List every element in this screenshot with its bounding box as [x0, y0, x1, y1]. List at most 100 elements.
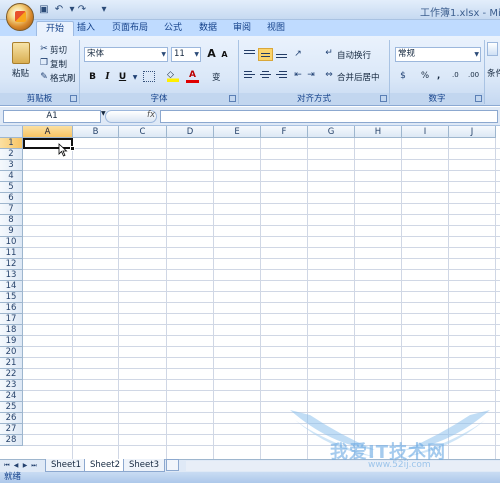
- row-header-13[interactable]: 13: [0, 270, 23, 281]
- percent-button[interactable]: %: [421, 71, 429, 81]
- paste-icon[interactable]: [12, 42, 30, 64]
- align-center-icon[interactable]: [258, 69, 273, 82]
- row-header-28[interactable]: 28: [0, 435, 23, 446]
- column-header-f[interactable]: F: [261, 126, 308, 138]
- font-name-combo[interactable]: 宋体 ▼: [84, 47, 168, 62]
- align-bottom-icon[interactable]: [274, 48, 289, 61]
- row-header-2[interactable]: 2: [0, 149, 23, 160]
- sheet-tab-sheet3[interactable]: Sheet3: [123, 459, 165, 472]
- format-painter-icon[interactable]: ✎: [38, 71, 50, 83]
- row-header-9[interactable]: 9: [0, 226, 23, 237]
- fill-handle[interactable]: [70, 146, 75, 151]
- save-icon[interactable]: ▣: [38, 4, 50, 16]
- grow-font-button[interactable]: A: [205, 47, 218, 61]
- column-header-j[interactable]: J: [449, 126, 496, 138]
- row-header-1[interactable]: 1: [0, 138, 23, 149]
- decrease-indent-icon[interactable]: ⇤: [292, 69, 304, 81]
- phonetic-button[interactable]: 变: [212, 71, 221, 83]
- redo-icon[interactable]: ↷: [76, 4, 88, 16]
- merge-center-icon[interactable]: ⇔: [323, 69, 335, 81]
- alignment-dialog-launcher-icon[interactable]: [380, 95, 387, 102]
- row-header-22[interactable]: 22: [0, 369, 23, 380]
- row-header-5[interactable]: 5: [0, 182, 23, 193]
- column-header-g[interactable]: G: [308, 126, 355, 138]
- row-header-23[interactable]: 23: [0, 380, 23, 391]
- column-header-e[interactable]: E: [214, 126, 261, 138]
- prev-sheet-icon[interactable]: ◀: [12, 461, 20, 470]
- row-header-11[interactable]: 11: [0, 248, 23, 259]
- office-button[interactable]: [6, 3, 34, 31]
- column-header-d[interactable]: D: [167, 126, 214, 138]
- conditional-format-icon[interactable]: [487, 42, 498, 56]
- tab-insert[interactable]: 插入: [68, 21, 104, 36]
- tab-formulas[interactable]: 公式: [155, 21, 191, 36]
- align-middle-icon[interactable]: [258, 48, 273, 61]
- currency-icon[interactable]: $: [397, 70, 409, 82]
- clipboard-dialog-launcher-icon[interactable]: [70, 95, 77, 102]
- shrink-font-button[interactable]: A: [218, 48, 231, 62]
- select-all-corner[interactable]: [0, 126, 23, 138]
- number-dialog-launcher-icon[interactable]: [475, 95, 482, 102]
- paste-label[interactable]: 粘贴: [12, 67, 29, 79]
- tab-data[interactable]: 数据: [190, 21, 226, 36]
- conditional-format-label[interactable]: 条件: [487, 67, 500, 79]
- customize-icon[interactable]: ▾: [98, 4, 110, 16]
- font-size-combo[interactable]: 11 ▼: [171, 47, 201, 62]
- sheet-tab-sheet2[interactable]: Sheet2: [84, 459, 126, 472]
- orientation-icon[interactable]: ↗: [292, 48, 304, 60]
- row-header-7[interactable]: 7: [0, 204, 23, 215]
- name-box[interactable]: A1: [3, 110, 101, 123]
- wrap-text-icon[interactable]: ↵: [323, 47, 335, 59]
- row-header-24[interactable]: 24: [0, 391, 23, 402]
- insert-function-button[interactable]: fx: [147, 110, 155, 120]
- align-left-icon[interactable]: [242, 69, 257, 82]
- row-header-21[interactable]: 21: [0, 358, 23, 369]
- first-sheet-icon[interactable]: ⏮: [3, 461, 11, 470]
- column-header-c[interactable]: C: [119, 126, 167, 138]
- wrap-text-button[interactable]: 自动换行: [337, 49, 371, 61]
- row-header-18[interactable]: 18: [0, 325, 23, 336]
- row-header-16[interactable]: 16: [0, 303, 23, 314]
- row-header-8[interactable]: 8: [0, 215, 23, 226]
- comma-button[interactable]: ,: [437, 71, 440, 81]
- row-header-27[interactable]: 27: [0, 424, 23, 435]
- next-sheet-icon[interactable]: ▶: [21, 461, 29, 470]
- row-header-20[interactable]: 20: [0, 347, 23, 358]
- copy-label[interactable]: 复制: [50, 58, 67, 70]
- undo-icon[interactable]: ↶: [53, 4, 65, 16]
- column-header-i[interactable]: I: [402, 126, 449, 138]
- underline-button[interactable]: U: [116, 70, 129, 84]
- tab-page-layout[interactable]: 页面布局: [103, 21, 157, 36]
- row-header-14[interactable]: 14: [0, 281, 23, 292]
- decrease-decimal-button[interactable]: .00: [468, 71, 479, 79]
- italic-button[interactable]: I: [101, 70, 114, 84]
- tab-review[interactable]: 审阅: [224, 21, 260, 36]
- column-header-a[interactable]: A: [23, 126, 73, 138]
- format-painter-label[interactable]: 格式刷: [50, 72, 76, 84]
- row-header-6[interactable]: 6: [0, 193, 23, 204]
- borders-icon[interactable]: [143, 71, 155, 82]
- row-header-4[interactable]: 4: [0, 171, 23, 182]
- align-right-icon[interactable]: [274, 69, 289, 82]
- bold-button[interactable]: B: [86, 70, 99, 84]
- font-dialog-launcher-icon[interactable]: [229, 95, 236, 102]
- row-header-17[interactable]: 17: [0, 314, 23, 325]
- row-header-10[interactable]: 10: [0, 237, 23, 248]
- formula-input[interactable]: [160, 110, 498, 123]
- worksheet-grid[interactable]: ABCDEFGHIJ 1 2 3 4 5 6 7 8 9 10 11 12 13 14 15 16 17 18 19…: [0, 126, 500, 459]
- column-header-b[interactable]: B: [73, 126, 119, 138]
- merge-center-button[interactable]: 合并后居中: [337, 71, 380, 83]
- increase-indent-icon[interactable]: ⇥: [305, 69, 317, 81]
- row-header-19[interactable]: 19: [0, 336, 23, 347]
- row-header-3[interactable]: 3: [0, 160, 23, 171]
- font-color-button[interactable]: A: [186, 69, 199, 83]
- copy-icon[interactable]: ❐: [38, 57, 50, 69]
- cut-label[interactable]: 剪切: [50, 44, 67, 56]
- number-format-combo[interactable]: 常规 ▼: [395, 47, 481, 62]
- align-top-icon[interactable]: [242, 48, 257, 61]
- row-header-26[interactable]: 26: [0, 413, 23, 424]
- row-header-12[interactable]: 12: [0, 259, 23, 270]
- chevron-down-icon[interactable]: ▼: [129, 72, 141, 84]
- increase-decimal-button[interactable]: .0: [452, 71, 459, 79]
- column-header-h[interactable]: H: [355, 126, 402, 138]
